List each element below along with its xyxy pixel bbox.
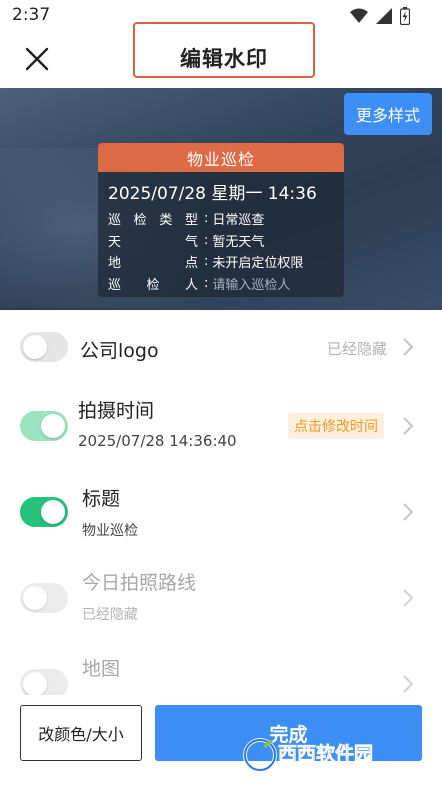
more-styles-button[interactable]: 更多样式 — [344, 93, 432, 135]
map-toggle[interactable] — [20, 669, 68, 695]
chevron-right-icon[interactable] — [402, 502, 414, 522]
watermark-field-value: 日常巡查 — [212, 213, 265, 229]
watermark-key-char: 点 — [184, 256, 198, 272]
watermark-key-char: 类 — [159, 213, 173, 229]
setting-row-map[interactable]: 地图 — [0, 644, 442, 695]
settings-list: 公司logo 已经隐藏 拍摄时间 2025/07/28 14:36:40 点击修… — [0, 310, 442, 695]
status-time: 2:37 — [12, 5, 51, 25]
watermark-field-key: 天气 — [108, 231, 198, 250]
watermark-key-char: 检 — [146, 277, 160, 293]
watermark-field-key: 巡检人 — [108, 274, 198, 293]
setting-row-company-logo[interactable]: 公司logo 已经隐藏 — [0, 310, 442, 388]
watermark-field-row: 巡检类型: 日常巡查 — [98, 208, 344, 230]
setting-row-title[interactable]: 标题 物业巡检 — [0, 472, 442, 558]
svg-text:西西软件园: 西西软件园 — [278, 742, 373, 765]
daily-route-toggle[interactable] — [20, 583, 68, 613]
company-logo-toggle[interactable] — [20, 332, 68, 362]
status-icons — [350, 7, 410, 25]
watermark-separator: : — [204, 232, 209, 248]
watermark-key-char: 地 — [108, 256, 122, 272]
watermark-datetime: 2025/07/28 星期一 14:36 — [108, 184, 317, 204]
wifi-icon — [350, 8, 368, 23]
watermark-separator: : — [204, 254, 209, 270]
title-setting-title: 标题 — [82, 488, 121, 510]
title-toggle[interactable] — [20, 497, 68, 527]
watermark-field-row: 巡 检 人: 请输入巡检人 — [98, 273, 344, 295]
capture-time-value: 2025/07/28 14:36:40 — [78, 432, 237, 450]
capture-time-toggle[interactable] — [20, 411, 68, 441]
watermark-preview: 更多样式 物业巡检 2025/07/28 星期一 14:36 巡检类型: 日常巡查… — [0, 88, 442, 310]
watermark-field-row: 地点: 未开启定位权限 — [98, 251, 344, 273]
watermark-key-char: 检 — [133, 213, 147, 229]
setting-row-daily-route[interactable]: 今日拍照路线 已经隐藏 — [0, 558, 442, 644]
watermark-field-key: 地点 — [108, 252, 198, 271]
daily-route-status: 已经隐藏 — [82, 607, 138, 623]
close-icon — [25, 47, 49, 71]
title-box: 编辑水印 — [133, 22, 315, 78]
watermark-field-value[interactable]: 请输入巡检人 — [212, 274, 290, 293]
map-title: 地图 — [82, 658, 121, 680]
chevron-right-icon[interactable] — [402, 337, 414, 357]
watermark-field-key: 巡检类型 — [108, 209, 198, 228]
battery-icon — [400, 7, 410, 25]
watermark-key-char: 巡 — [108, 213, 122, 229]
chevron-right-icon[interactable] — [402, 416, 414, 436]
watermark-card[interactable]: 物业巡检 2025/07/28 星期一 14:36 巡检类型: 日常巡查天气: 暂无… — [98, 143, 344, 297]
company-logo-status: 已经隐藏 — [326, 340, 387, 358]
watermark-key-char: 气 — [184, 234, 198, 250]
modify-time-badge[interactable]: 点击修改时间 — [288, 413, 384, 439]
watermark-key-char: 人 — [184, 277, 198, 293]
watermark-field-value: 暂无天气 — [212, 234, 265, 250]
chevron-right-icon[interactable] — [402, 588, 414, 608]
page-title: 编辑水印 — [180, 47, 268, 71]
svg-text:CR173.COM: CR173.COM — [300, 765, 354, 775]
capture-time-title: 拍摄时间 — [78, 400, 155, 422]
watermark-key-char: 巡 — [108, 277, 122, 293]
watermark-key-char: 型 — [184, 213, 198, 229]
setting-row-capture-time[interactable]: 拍摄时间 2025/07/28 14:36:40 点击修改时间 — [0, 388, 442, 472]
daily-route-title: 今日拍照路线 — [82, 572, 197, 594]
watermark-separator: : — [204, 275, 209, 291]
watermark-separator: : — [204, 211, 209, 227]
signal-icon — [376, 8, 392, 24]
title-setting-value: 物业巡检 — [82, 523, 138, 539]
change-color-size-button[interactable]: 改颜色/大小 — [20, 705, 142, 761]
watermark-card-title: 物业巡检 — [98, 143, 344, 172]
site-watermark-logo: 西西软件园 CR173.COM — [243, 738, 373, 775]
watermark-field-value: 未开启定位权限 — [212, 256, 304, 272]
watermark-field-row: 天气: 暂无天气 — [98, 230, 344, 252]
chevron-right-icon[interactable] — [402, 674, 414, 694]
company-logo-title: 公司logo — [80, 340, 159, 362]
watermark-key-char: 天 — [108, 234, 122, 250]
close-button[interactable] — [22, 44, 52, 74]
